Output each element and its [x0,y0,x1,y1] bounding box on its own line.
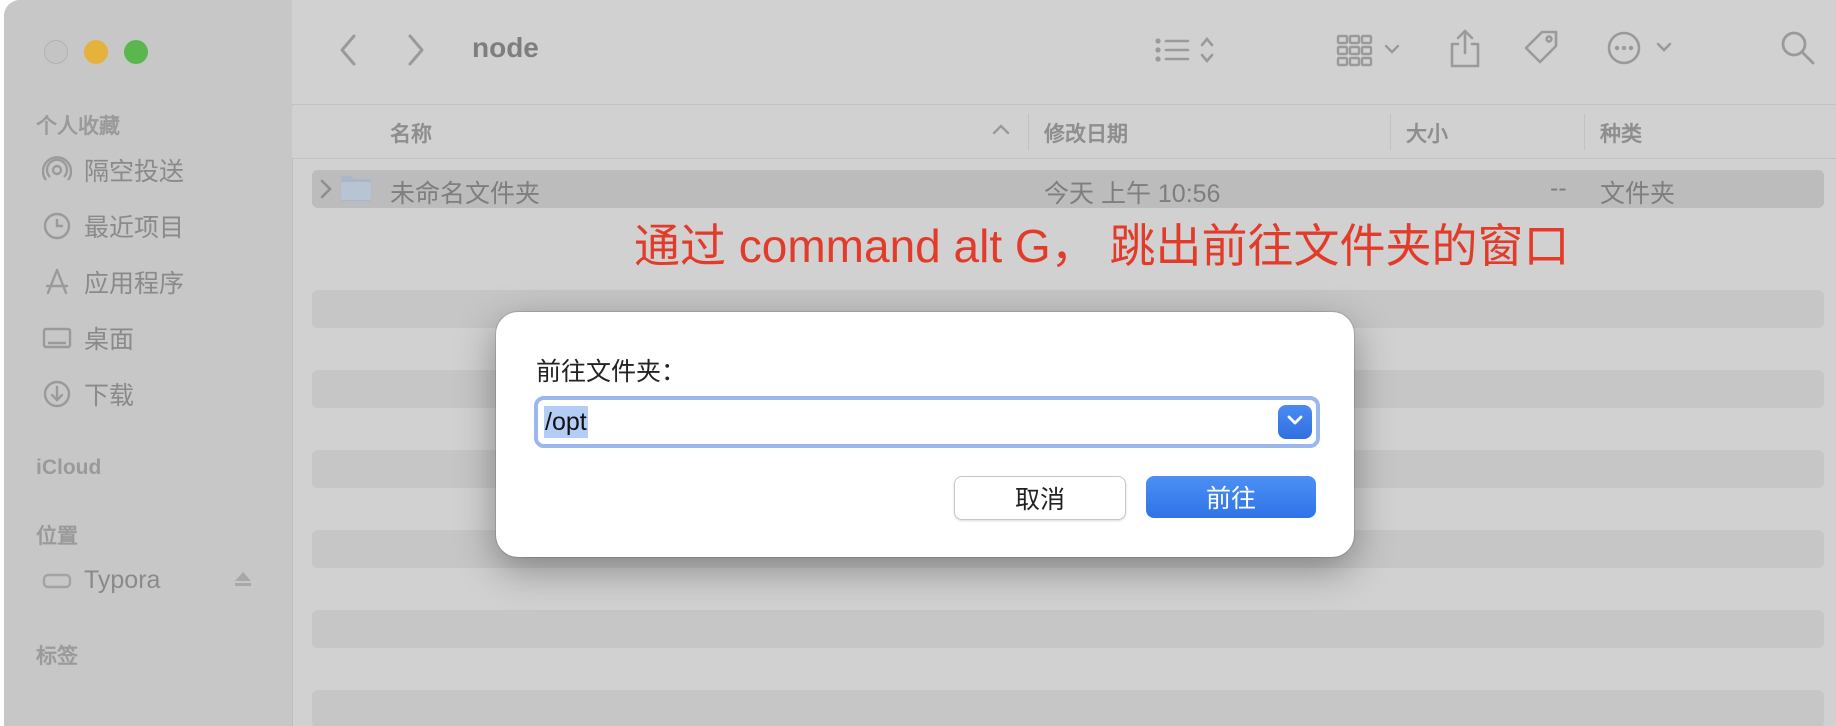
column-date[interactable]: 修改日期 [1044,118,1128,148]
sidebar-item-label: 应用程序 [84,270,185,298]
download-icon [40,377,74,411]
row-size: -- [1550,174,1567,202]
drive-icon [40,563,74,597]
sidebar-item-downloads[interactable]: 下载 [40,374,134,414]
sidebar-item-typora[interactable]: Typora [40,560,160,600]
share-icon[interactable] [1448,28,1482,73]
cancel-button[interactable]: 取消 [954,476,1126,520]
applications-icon [40,265,74,299]
table-row[interactable]: 未命名文件夹 今天 上午 10:56 -- 文件夹 [312,170,1824,208]
tag-icon[interactable] [1522,28,1562,73]
sidebar-item-label: 下载 [84,382,135,410]
icloud-section-title: iCloud [36,456,102,479]
window-controls [44,40,148,64]
column-name[interactable]: 名称 [390,118,432,148]
favorites-section-title: 个人收藏 [36,115,120,138]
empty-row [312,690,1824,726]
sidebar-item-airdrop[interactable]: 隔空投送 [40,150,184,190]
row-date: 今天 上午 10:56 [1044,180,1221,208]
search-icon[interactable] [1780,30,1816,71]
grid-view-icon[interactable] [1336,32,1406,73]
column-separator [1028,114,1029,150]
sidebar-item-label: Typora [84,565,161,594]
tags-section-title: 标签 [36,645,78,668]
close-button[interactable] [44,40,68,64]
toolbar: node [292,0,1836,105]
minimize-button[interactable] [84,40,108,64]
folder-icon [340,174,372,207]
chevron-down-icon [1286,413,1304,432]
sidebar-item-label: 桌面 [84,326,135,354]
column-header: 名称 修改日期 大小 种类 [292,106,1836,159]
window-title: node [472,32,539,63]
sidebar-item-label: 最近项目 [84,214,185,242]
path-input[interactable]: /opt [544,406,588,438]
go-button[interactable]: 前往 [1146,476,1316,518]
path-dropdown-button[interactable] [1278,405,1312,439]
forward-icon[interactable] [404,32,428,73]
dialog-label: 前往文件夹： [536,358,687,386]
sort-ascending-icon[interactable] [992,122,1010,141]
locations-section-title: 位置 [36,525,78,548]
disclosure-triangle-icon[interactable] [318,178,334,205]
sidebar-item-desktop[interactable]: 桌面 [40,318,134,358]
column-separator [1584,114,1585,150]
zoom-button[interactable] [124,40,148,64]
row-kind: 文件夹 [1600,180,1676,208]
sidebar: 个人收藏 隔空投送 最近项目 应用程序 桌面 下载 iCloud 位置 Typo… [4,0,293,726]
row-name: 未命名文件夹 [390,180,541,208]
back-icon[interactable] [336,32,360,73]
path-field[interactable]: /opt [534,396,1320,448]
clock-icon [40,209,74,243]
desktop-icon [40,321,74,355]
column-size[interactable]: 大小 [1406,118,1448,148]
column-kind[interactable]: 种类 [1600,118,1642,148]
annotation-text: 通过 command alt G， 跳出前往文件夹的窗口 [634,220,1570,272]
airdrop-icon [40,153,74,187]
more-actions-icon[interactable] [1606,30,1672,71]
sidebar-item-applications[interactable]: 应用程序 [40,262,184,302]
sidebar-item-recents[interactable]: 最近项目 [40,206,184,246]
go-to-folder-dialog: 前往文件夹： /opt 取消 前往 [496,312,1354,557]
list-view-icon[interactable] [1154,32,1220,73]
sidebar-item-label: 隔空投送 [84,158,185,186]
empty-row [312,610,1824,648]
eject-icon[interactable] [232,568,254,595]
column-separator [1390,114,1391,150]
